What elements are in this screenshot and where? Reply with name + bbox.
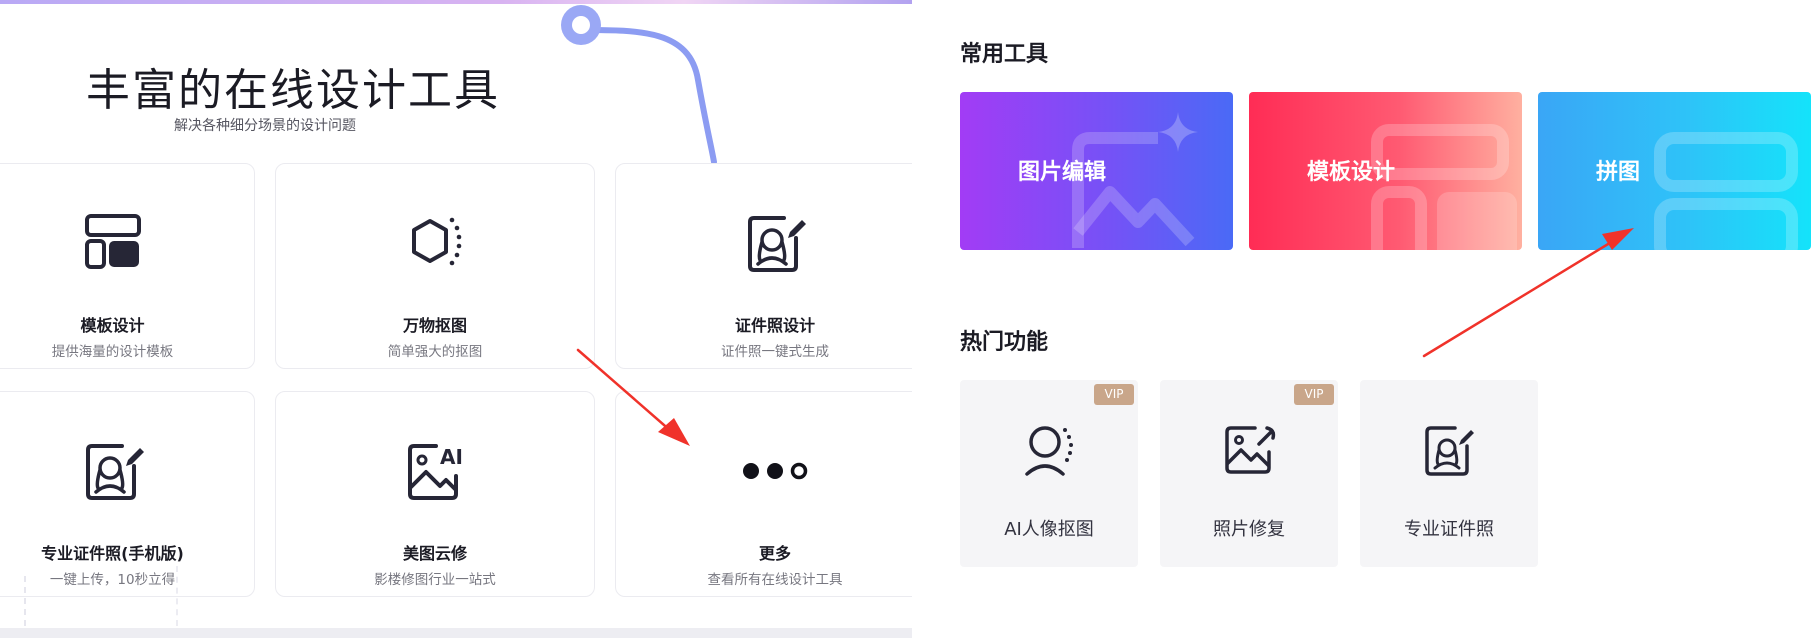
card-description: 简单强大的抠图 xyxy=(387,344,483,360)
id-photo-icon xyxy=(85,444,144,500)
id-photo-icon xyxy=(748,216,806,272)
layout-icon xyxy=(84,214,141,269)
page-title: 丰富的在线设计工具 xyxy=(86,65,500,116)
tools-menu-panel: 常用工具 图片编辑 模板设计 拼图 热门功能 VIP AI人像抠图 VIP 照片… xyxy=(912,0,1820,638)
tool-card-meitu-cloud-retouch[interactable]: AI 美图云修 影楼修图行业一站式 xyxy=(275,391,595,597)
tool-card-id-photo[interactable]: 证件照设计 证件照一键式生成 xyxy=(615,163,912,369)
feature-photo-repair[interactable]: VIP 照片修复 xyxy=(1160,380,1338,567)
decorative-dash xyxy=(176,566,178,626)
card-description: 提供海量的设计模板 xyxy=(51,344,174,360)
card-description: 证件照一键式生成 xyxy=(721,344,829,360)
hot-features-title: 热门功能 xyxy=(960,330,1049,355)
photo-repair-icon xyxy=(1225,426,1276,474)
tile-label: 拼图 xyxy=(1596,160,1641,185)
feature-pro-id-photo[interactable]: 专业证件照 xyxy=(1360,380,1538,567)
feature-label: 照片修复 xyxy=(1213,519,1285,540)
vip-badge: VIP xyxy=(1094,384,1134,405)
tool-card-cutout[interactable]: 万物抠图 简单强大的抠图 xyxy=(275,163,595,369)
hexagon-cutout-icon xyxy=(412,217,462,266)
decorative-dash xyxy=(24,576,26,626)
common-tools-title: 常用工具 xyxy=(960,42,1049,67)
card-title: 美图云修 xyxy=(402,544,467,563)
card-title: 证件照设计 xyxy=(734,316,815,335)
portrait-cutout-icon xyxy=(1025,426,1073,476)
online-tools-panel: 丰富的在线设计工具 解决各种细分场景的设计问题 模板设计 提供海量的设计模板 万… xyxy=(0,0,912,638)
tool-card-template-design[interactable]: 模板设计 提供海量的设计模板 xyxy=(0,163,255,369)
vip-badge: VIP xyxy=(1294,384,1334,405)
card-title: 万物抠图 xyxy=(402,316,467,335)
card-description: 一键上传，10秒立得 xyxy=(49,572,176,588)
collage-icon xyxy=(1654,132,1798,250)
tile-label: 图片编辑 xyxy=(1018,160,1107,185)
tile-image-edit[interactable]: 图片编辑 xyxy=(960,92,1233,250)
card-title: 模板设计 xyxy=(80,316,145,335)
feature-ai-portrait-cutout[interactable]: VIP AI人像抠图 xyxy=(960,380,1138,567)
page-subtitle: 解决各种细分场景的设计问题 xyxy=(174,118,356,134)
ai-image-icon: AI xyxy=(408,444,463,500)
tile-template-design[interactable]: 模板设计 xyxy=(1249,92,1522,250)
card-description: 影楼修图行业一站式 xyxy=(374,572,496,588)
svg-text:AI: AI xyxy=(440,445,463,469)
feature-label: AI人像抠图 xyxy=(1004,519,1094,540)
feature-label: 专业证件照 xyxy=(1404,519,1494,540)
tool-card-more[interactable]: 更多 查看所有在线设计工具 xyxy=(615,391,912,597)
tile-label: 模板设计 xyxy=(1307,160,1396,185)
card-title: 更多 xyxy=(758,544,791,563)
tile-collage[interactable]: 拼图 xyxy=(1538,92,1811,250)
card-title: 专业证件照(手机版) xyxy=(41,544,184,563)
bottom-strip xyxy=(0,628,912,638)
card-description: 查看所有在线设计工具 xyxy=(707,572,843,588)
tool-card-pro-id-photo-mobile[interactable]: 专业证件照(手机版) 一键上传，10秒立得 xyxy=(0,391,255,597)
id-photo-icon xyxy=(1425,426,1474,476)
more-dots-icon xyxy=(743,462,808,480)
